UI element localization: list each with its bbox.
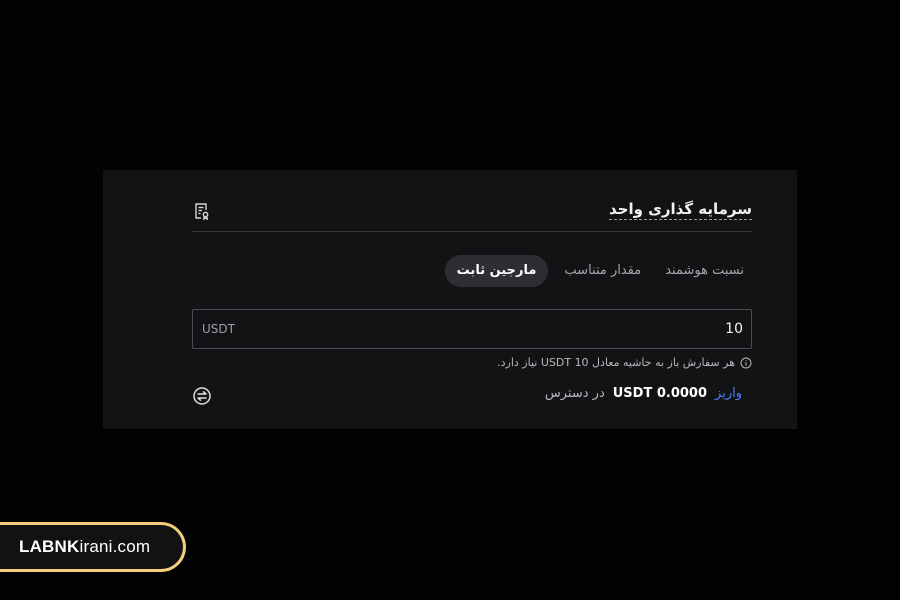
- amount-unit: USDT: [202, 322, 235, 336]
- watermark-logo: LABNKirani.com: [0, 522, 186, 572]
- available-value: USDT 0.0000: [612, 386, 708, 401]
- margin-hint-text: هر سفارش باز به حاشیه معادل 10 USDT نیاز…: [497, 356, 735, 369]
- panel-content: سرمایه گذاری واحد مارجین ثابت مقدار متنا…: [192, 170, 752, 429]
- amount-field[interactable]: USDT: [192, 309, 752, 349]
- amount-input[interactable]: [443, 310, 743, 348]
- tab-smart-ratio[interactable]: نسبت هوشمند: [657, 255, 752, 287]
- calculator-document-icon[interactable]: [192, 201, 212, 221]
- screen: سرمایه گذاری واحد مارجین ثابت مقدار متنا…: [0, 0, 900, 600]
- margin-mode-tabs: مارجین ثابت مقدار متناسب نسبت هوشمند: [444, 255, 752, 287]
- unit-investment-panel: سرمایه گذاری واحد مارجین ثابت مقدار متنا…: [103, 170, 797, 429]
- watermark-strong: LABNK: [19, 537, 80, 556]
- available-balance: در دسترس USDT 0.0000 واریز: [545, 386, 752, 401]
- panel-title[interactable]: سرمایه گذاری واحد: [608, 200, 752, 220]
- tab-fixed-margin[interactable]: مارجین ثابت: [444, 255, 549, 287]
- watermark-rest: irani.com: [79, 537, 151, 556]
- tab-proportional-amount[interactable]: مقدار متناسب: [556, 255, 649, 287]
- panel-header: سرمایه گذاری واحد: [192, 198, 752, 232]
- margin-hint: هر سفارش باز به حاشیه معادل 10 USDT نیاز…: [497, 356, 752, 369]
- deposit-link[interactable]: واریز: [715, 386, 742, 401]
- watermark-text: LABNKirani.com: [19, 537, 150, 557]
- available-label: در دسترس: [544, 386, 605, 401]
- info-icon[interactable]: [740, 357, 752, 369]
- transfer-icon[interactable]: [192, 386, 212, 406]
